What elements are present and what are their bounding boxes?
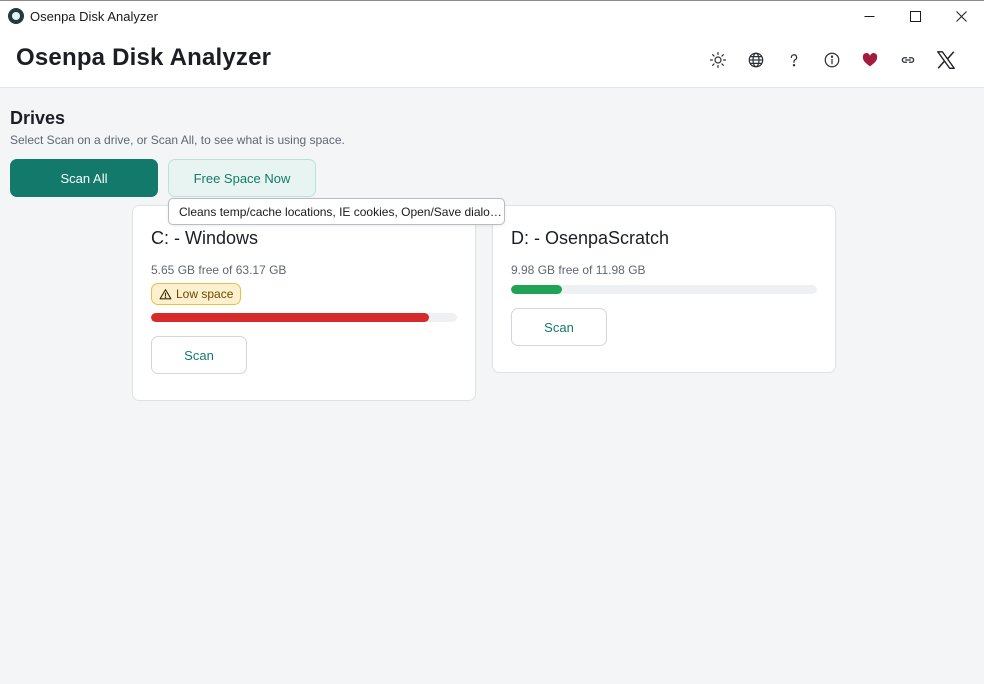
drive-free-space: 9.98 GB free of 11.98 GB [511, 263, 646, 277]
info-button[interactable] [816, 45, 848, 75]
x-logo-icon [937, 51, 955, 69]
scan-drive-c-button[interactable]: Scan [151, 336, 247, 374]
usage-bar-fill [151, 313, 430, 322]
maximize-icon [909, 10, 921, 22]
info-icon [824, 52, 840, 68]
free-space-now-button[interactable]: Free Space Now [168, 159, 316, 197]
badge-label: Low space [176, 287, 234, 301]
scan-all-button[interactable]: Scan All [10, 159, 158, 197]
drive-card-c: C: - Windows 5.65 GB free of 63.17 GB Lo… [132, 205, 476, 401]
drive-card-d: D: - OsenpaScratch 9.98 GB free of 11.98… [492, 205, 836, 373]
window-controls [846, 1, 984, 31]
drive-free-space: 5.65 GB free of 63.17 GB [151, 263, 287, 277]
x-social-button[interactable] [930, 45, 962, 75]
link-icon [901, 57, 915, 63]
minimize-button[interactable] [846, 1, 892, 31]
warning-icon [159, 288, 172, 299]
usage-bar [151, 313, 457, 322]
theme-toggle-button[interactable] [702, 45, 734, 75]
window-titlebar: Osenpa Disk Analyzer [0, 0, 984, 31]
usage-bar-fill [511, 285, 563, 294]
maximize-button[interactable] [892, 1, 938, 31]
help-icon [790, 54, 798, 67]
drives-heading: Drives [10, 108, 66, 128]
close-button[interactable] [938, 1, 984, 31]
drive-title: C: - Windows [151, 228, 259, 248]
header-toolbar [702, 45, 962, 75]
language-button[interactable] [740, 45, 772, 75]
help-button[interactable] [778, 45, 810, 75]
app-title: Osenpa Disk Analyzer [16, 44, 272, 71]
donate-button[interactable] [854, 45, 886, 75]
drive-title: D: - OsenpaScratch [511, 228, 670, 248]
link-button[interactable] [892, 45, 924, 75]
free-space-tooltip: Cleans temp/cache locations, IE cookies,… [168, 198, 505, 225]
app-logo-icon [8, 8, 24, 24]
theme-icon [709, 51, 727, 69]
drives-subtitle: Select Scan on a drive, or Scan All, to … [10, 133, 345, 147]
app-header: Osenpa Disk Analyzer [0, 31, 984, 88]
scan-drive-d-button[interactable]: Scan [511, 308, 607, 346]
close-icon [955, 10, 967, 22]
minimize-icon [864, 15, 874, 17]
language-icon [748, 52, 764, 68]
low-space-badge: Low space [151, 283, 242, 305]
window-title: Osenpa Disk Analyzer [30, 8, 158, 24]
usage-bar [511, 285, 817, 294]
heart-icon [862, 52, 878, 67]
